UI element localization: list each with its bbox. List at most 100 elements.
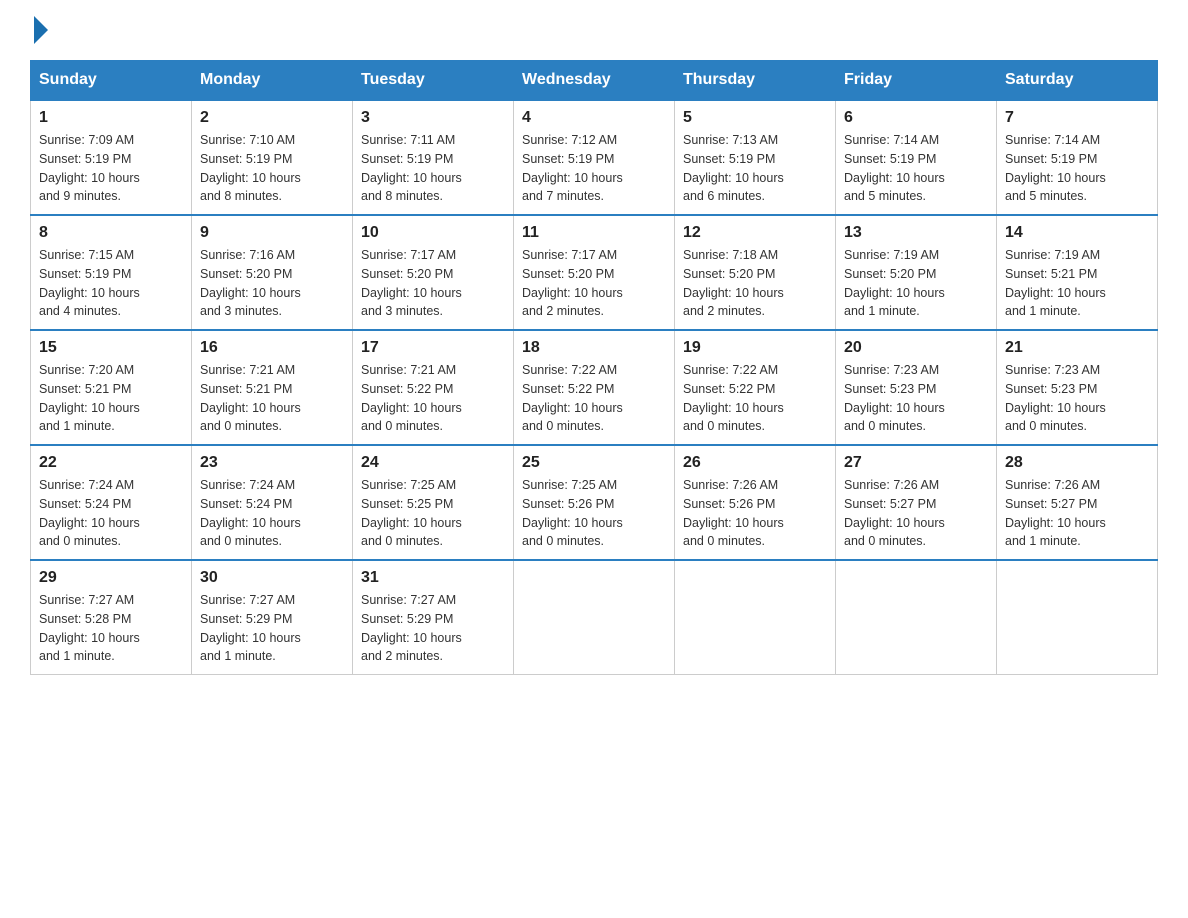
- day-info: Sunrise: 7:10 AMSunset: 5:19 PMDaylight:…: [200, 131, 344, 206]
- calendar-cell: 21Sunrise: 7:23 AMSunset: 5:23 PMDayligh…: [997, 330, 1158, 445]
- calendar-cell: [997, 560, 1158, 675]
- day-number: 18: [522, 339, 666, 357]
- day-info: Sunrise: 7:26 AMSunset: 5:27 PMDaylight:…: [844, 476, 988, 551]
- calendar-cell: 9 Sunrise: 7:16 AMSunset: 5:20 PMDaylight…: [192, 215, 353, 330]
- header-monday: Monday: [192, 61, 353, 101]
- day-info: Sunrise: 7:24 AMSunset: 5:24 PMDaylight:…: [39, 476, 183, 551]
- day-number: 5: [683, 109, 827, 127]
- calendar-cell: 25 Sunrise: 7:25 AMSunset: 5:26 PMDayligh…: [514, 445, 675, 560]
- calendar-week-4: 22 Sunrise: 7:24 AMSunset: 5:24 PMDayligh…: [31, 445, 1158, 560]
- day-number: 22: [39, 454, 183, 472]
- day-info: Sunrise: 7:26 AMSunset: 5:26 PMDaylight:…: [683, 476, 827, 551]
- day-info: Sunrise: 7:20 AMSunset: 5:21 PMDaylight:…: [39, 361, 183, 436]
- day-info: Sunrise: 7:12 AMSunset: 5:19 PMDaylight:…: [522, 131, 666, 206]
- logo: [30, 20, 48, 40]
- day-info: Sunrise: 7:11 AMSunset: 5:19 PMDaylight:…: [361, 131, 505, 206]
- day-number: 24: [361, 454, 505, 472]
- calendar-table: SundayMondayTuesdayWednesdayThursdayFrid…: [30, 60, 1158, 675]
- header-sunday: Sunday: [31, 61, 192, 101]
- calendar-cell: 11 Sunrise: 7:17 AMSunset: 5:20 PMDayligh…: [514, 215, 675, 330]
- day-info: Sunrise: 7:21 AMSunset: 5:22 PMDaylight:…: [361, 361, 505, 436]
- calendar-cell: [514, 560, 675, 675]
- day-info: Sunrise: 7:26 AMSunset: 5:27 PMDaylight:…: [1005, 476, 1149, 551]
- calendar-week-5: 29 Sunrise: 7:27 AMSunset: 5:28 PMDayligh…: [31, 560, 1158, 675]
- calendar-week-1: 1 Sunrise: 7:09 AMSunset: 5:19 PMDaylight…: [31, 100, 1158, 215]
- day-info: Sunrise: 7:14 AMSunset: 5:19 PMDaylight:…: [1005, 131, 1149, 206]
- day-info: Sunrise: 7:22 AMSunset: 5:22 PMDaylight:…: [683, 361, 827, 436]
- day-number: 2: [200, 109, 344, 127]
- calendar-cell: 28Sunrise: 7:26 AMSunset: 5:27 PMDayligh…: [997, 445, 1158, 560]
- day-number: 9: [200, 224, 344, 242]
- day-info: Sunrise: 7:14 AMSunset: 5:19 PMDaylight:…: [844, 131, 988, 206]
- day-number: 16: [200, 339, 344, 357]
- calendar-cell: 1 Sunrise: 7:09 AMSunset: 5:19 PMDaylight…: [31, 100, 192, 215]
- calendar-cell: 10Sunrise: 7:17 AMSunset: 5:20 PMDayligh…: [353, 215, 514, 330]
- logo-triangle-icon: [34, 16, 48, 44]
- calendar-cell: 5Sunrise: 7:13 AMSunset: 5:19 PMDaylight…: [675, 100, 836, 215]
- header-saturday: Saturday: [997, 61, 1158, 101]
- day-number: 29: [39, 569, 183, 587]
- calendar-cell: 19 Sunrise: 7:22 AMSunset: 5:22 PMDayligh…: [675, 330, 836, 445]
- day-info: Sunrise: 7:09 AMSunset: 5:19 PMDaylight:…: [39, 131, 183, 206]
- day-number: 8: [39, 224, 183, 242]
- calendar-cell: 29 Sunrise: 7:27 AMSunset: 5:28 PMDayligh…: [31, 560, 192, 675]
- day-info: Sunrise: 7:15 AMSunset: 5:19 PMDaylight:…: [39, 246, 183, 321]
- header-friday: Friday: [836, 61, 997, 101]
- calendar-cell: 2 Sunrise: 7:10 AMSunset: 5:19 PMDaylight…: [192, 100, 353, 215]
- day-number: 20: [844, 339, 988, 357]
- header-wednesday: Wednesday: [514, 61, 675, 101]
- day-number: 3: [361, 109, 505, 127]
- day-number: 12: [683, 224, 827, 242]
- calendar-cell: 4 Sunrise: 7:12 AMSunset: 5:19 PMDaylight…: [514, 100, 675, 215]
- calendar-cell: 31 Sunrise: 7:27 AMSunset: 5:29 PMDayligh…: [353, 560, 514, 675]
- day-info: Sunrise: 7:16 AMSunset: 5:20 PMDaylight:…: [200, 246, 344, 321]
- calendar-cell: 14 Sunrise: 7:19 AMSunset: 5:21 PMDayligh…: [997, 215, 1158, 330]
- calendar-cell: 17 Sunrise: 7:21 AMSunset: 5:22 PMDayligh…: [353, 330, 514, 445]
- day-number: 13: [844, 224, 988, 242]
- calendar-cell: 6 Sunrise: 7:14 AMSunset: 5:19 PMDaylight…: [836, 100, 997, 215]
- day-number: 26: [683, 454, 827, 472]
- calendar-cell: 15 Sunrise: 7:20 AMSunset: 5:21 PMDayligh…: [31, 330, 192, 445]
- day-number: 7: [1005, 109, 1149, 127]
- calendar-cell: [675, 560, 836, 675]
- day-number: 11: [522, 224, 666, 242]
- day-info: Sunrise: 7:18 AMSunset: 5:20 PMDaylight:…: [683, 246, 827, 321]
- day-number: 6: [844, 109, 988, 127]
- calendar-cell: 3 Sunrise: 7:11 AMSunset: 5:19 PMDaylight…: [353, 100, 514, 215]
- day-info: Sunrise: 7:17 AMSunset: 5:20 PMDaylight:…: [522, 246, 666, 321]
- calendar-cell: 22 Sunrise: 7:24 AMSunset: 5:24 PMDayligh…: [31, 445, 192, 560]
- day-info: Sunrise: 7:19 AMSunset: 5:21 PMDaylight:…: [1005, 246, 1149, 321]
- calendar-cell: 12 Sunrise: 7:18 AMSunset: 5:20 PMDayligh…: [675, 215, 836, 330]
- calendar-cell: 24Sunrise: 7:25 AMSunset: 5:25 PMDayligh…: [353, 445, 514, 560]
- calendar-cell: 8 Sunrise: 7:15 AMSunset: 5:19 PMDaylight…: [31, 215, 192, 330]
- day-info: Sunrise: 7:27 AMSunset: 5:28 PMDaylight:…: [39, 591, 183, 666]
- day-number: 4: [522, 109, 666, 127]
- day-number: 14: [1005, 224, 1149, 242]
- header-thursday: Thursday: [675, 61, 836, 101]
- day-info: Sunrise: 7:27 AMSunset: 5:29 PMDaylight:…: [361, 591, 505, 666]
- day-number: 19: [683, 339, 827, 357]
- day-info: Sunrise: 7:23 AMSunset: 5:23 PMDaylight:…: [1005, 361, 1149, 436]
- calendar-cell: 16 Sunrise: 7:21 AMSunset: 5:21 PMDayligh…: [192, 330, 353, 445]
- day-info: Sunrise: 7:22 AMSunset: 5:22 PMDaylight:…: [522, 361, 666, 436]
- day-number: 30: [200, 569, 344, 587]
- header: [30, 20, 1158, 40]
- calendar-header-row: SundayMondayTuesdayWednesdayThursdayFrid…: [31, 61, 1158, 101]
- day-number: 17: [361, 339, 505, 357]
- header-tuesday: Tuesday: [353, 61, 514, 101]
- calendar-cell: 20 Sunrise: 7:23 AMSunset: 5:23 PMDayligh…: [836, 330, 997, 445]
- day-number: 31: [361, 569, 505, 587]
- day-info: Sunrise: 7:23 AMSunset: 5:23 PMDaylight:…: [844, 361, 988, 436]
- day-number: 1: [39, 109, 183, 127]
- calendar-cell: 23Sunrise: 7:24 AMSunset: 5:24 PMDayligh…: [192, 445, 353, 560]
- calendar-cell: 18 Sunrise: 7:22 AMSunset: 5:22 PMDayligh…: [514, 330, 675, 445]
- calendar-cell: 27Sunrise: 7:26 AMSunset: 5:27 PMDayligh…: [836, 445, 997, 560]
- calendar-cell: 26 Sunrise: 7:26 AMSunset: 5:26 PMDayligh…: [675, 445, 836, 560]
- day-number: 25: [522, 454, 666, 472]
- calendar-cell: 13Sunrise: 7:19 AMSunset: 5:20 PMDayligh…: [836, 215, 997, 330]
- calendar-cell: 30Sunrise: 7:27 AMSunset: 5:29 PMDayligh…: [192, 560, 353, 675]
- calendar-cell: 7 Sunrise: 7:14 AMSunset: 5:19 PMDaylight…: [997, 100, 1158, 215]
- day-info: Sunrise: 7:25 AMSunset: 5:26 PMDaylight:…: [522, 476, 666, 551]
- day-number: 15: [39, 339, 183, 357]
- day-info: Sunrise: 7:21 AMSunset: 5:21 PMDaylight:…: [200, 361, 344, 436]
